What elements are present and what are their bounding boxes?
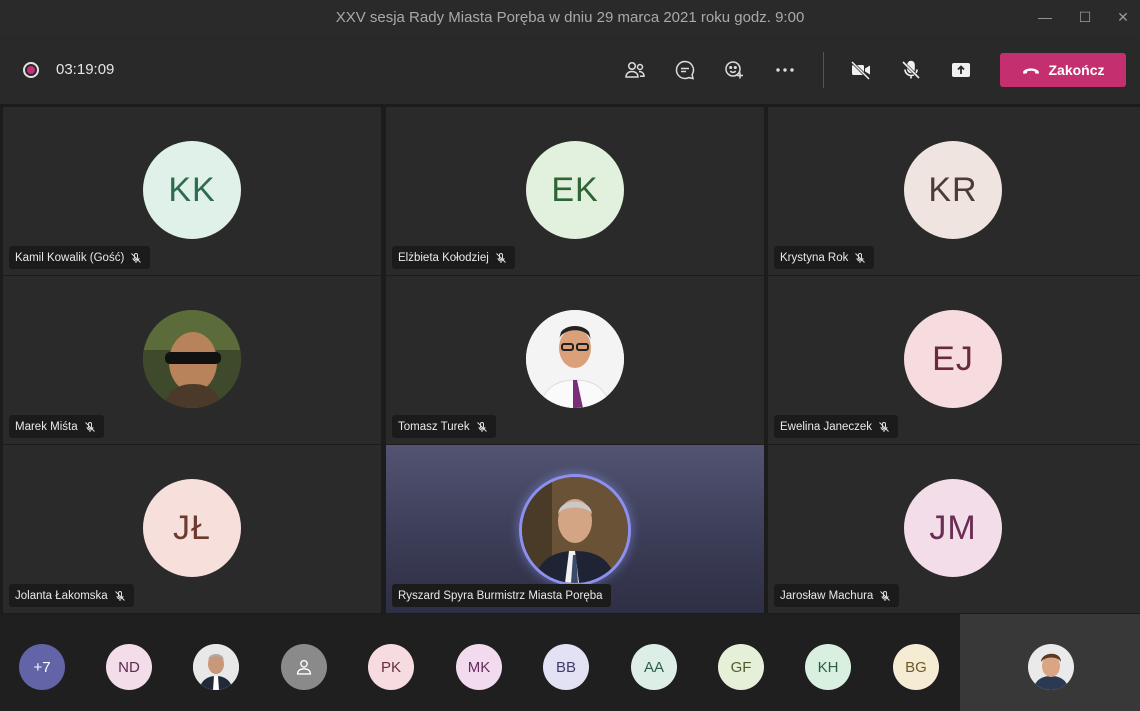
participant-name-tag: Tomasz Turek <box>392 415 496 438</box>
roster-avatar[interactable]: KH <box>805 644 851 690</box>
participant-name-tag: Jarosław Machura <box>774 584 900 607</box>
mic-toggle-button[interactable] <box>895 55 927 85</box>
participant-tile[interactable]: KK Kamil Kowalik (Gość) <box>3 107 381 275</box>
person-photo-icon <box>526 310 624 408</box>
mic-muted-icon <box>84 421 95 432</box>
roster-avatar[interactable]: GF <box>718 644 764 690</box>
camera-off-icon <box>850 60 871 81</box>
participant-photo-avatar <box>526 310 624 408</box>
participant-avatar: JM <box>904 479 1002 577</box>
participant-photo-avatar <box>143 310 241 408</box>
participant-tile[interactable]: JM Jarosław Machura <box>768 445 1140 613</box>
participant-name-tag: Marek Miśta <box>9 415 104 438</box>
participant-grid: KK Kamil Kowalik (Gość) EK Elżbieta Koło… <box>0 104 1140 614</box>
participant-name: Ryszard Spyra Burmistrz Miasta Poręba <box>398 589 603 602</box>
roster-photo-avatar[interactable] <box>193 644 239 690</box>
participant-name-tag: Ewelina Janeczek <box>774 415 899 438</box>
mic-muted-icon <box>131 252 142 263</box>
participant-photo-avatar <box>522 477 628 583</box>
person-photo-icon <box>143 310 241 408</box>
people-icon <box>625 61 645 78</box>
mic-muted-icon <box>879 421 889 432</box>
participant-roster-strip: +7 ND PK MK BB AA GF KH BG <box>0 614 960 711</box>
participant-tile[interactable]: Marek Miśta <box>3 276 381 444</box>
participant-name-tag: Elżbieta Kołodziej <box>392 246 515 269</box>
meeting-timer: 03:19:09 <box>56 61 115 78</box>
roster-avatar[interactable]: PK <box>368 644 414 690</box>
more-participants-button[interactable]: +7 <box>19 644 65 690</box>
chat-button[interactable] <box>669 55 701 85</box>
participant-name: Kamil Kowalik (Gość) <box>15 251 125 264</box>
mic-muted-icon <box>114 590 125 601</box>
hang-up-icon <box>1023 68 1040 74</box>
meeting-toolbar: 03:19:09 Zakończ <box>0 36 1140 104</box>
participant-tile[interactable]: EK Elżbieta Kołodziej <box>386 107 764 275</box>
window-titlebar: XXV sesja Rady Miasta Poręba w dniu 29 m… <box>0 0 1140 36</box>
person-icon <box>296 659 312 675</box>
share-icon <box>952 63 970 77</box>
roster-avatar[interactable]: BB <box>543 644 589 690</box>
person-photo-icon <box>193 644 239 690</box>
close-window-button[interactable]: ✕ <box>1112 6 1134 28</box>
roster-avatar[interactable]: BG <box>893 644 939 690</box>
participant-tile[interactable]: KR Krystyna Rok <box>768 107 1140 275</box>
mic-off-icon <box>901 60 921 80</box>
participant-tile[interactable]: EJ Ewelina Janeczek <box>768 276 1140 444</box>
person-photo-icon <box>522 477 628 583</box>
end-call-label: Zakończ <box>1048 62 1105 78</box>
maximize-button[interactable]: ☐ <box>1074 6 1096 28</box>
participant-name-tag: Jolanta Łakomska <box>9 584 134 607</box>
mic-muted-icon <box>855 252 866 263</box>
reactions-button[interactable] <box>719 55 751 85</box>
mic-muted-icon <box>495 252 506 263</box>
person-photo-icon <box>1028 644 1074 690</box>
roster-avatar[interactable]: MK <box>456 644 502 690</box>
roster-generic-avatar[interactable] <box>281 644 327 690</box>
participants-button[interactable] <box>619 55 651 85</box>
reactions-icon <box>725 61 743 79</box>
recording-indicator-icon <box>23 62 39 78</box>
roster-avatar[interactable]: ND <box>106 644 152 690</box>
roster-avatar[interactable]: AA <box>631 644 677 690</box>
participant-name-tag: Kamil Kowalik (Gość) <box>9 246 151 269</box>
chat-icon <box>675 60 695 80</box>
more-options-button[interactable] <box>769 55 801 85</box>
self-photo-avatar <box>1028 644 1074 690</box>
share-screen-button[interactable] <box>945 55 977 85</box>
participant-avatar: KK <box>143 141 241 239</box>
participant-avatar: EK <box>526 141 624 239</box>
self-view-tile[interactable] <box>960 614 1140 711</box>
participant-name-tag: Krystyna Rok <box>774 246 875 269</box>
more-icon <box>776 68 794 72</box>
end-call-button[interactable]: Zakończ <box>1000 53 1126 87</box>
mic-muted-icon <box>880 590 891 601</box>
participant-avatar: EJ <box>904 310 1002 408</box>
participant-tile[interactable]: Tomasz Turek <box>386 276 764 444</box>
camera-toggle-button[interactable] <box>845 55 877 85</box>
meeting-title: XXV sesja Rady Miasta Poręba w dniu 29 m… <box>335 9 805 26</box>
participant-tile-active-speaker[interactable]: Ryszard Spyra Burmistrz Miasta Poręba <box>386 445 764 613</box>
participant-name-tag: Ryszard Spyra Burmistrz Miasta Poręba <box>392 584 611 607</box>
participant-name: Elżbieta Kołodziej <box>398 251 489 264</box>
participant-name: Jarosław Machura <box>780 589 874 602</box>
participant-tile[interactable]: JŁ Jolanta Łakomska <box>3 445 381 613</box>
participant-name: Krystyna Rok <box>780 251 849 264</box>
mic-muted-icon <box>476 421 487 432</box>
participant-avatar: KR <box>904 141 1002 239</box>
participant-name: Jolanta Łakomska <box>15 589 108 602</box>
participant-name: Marek Miśta <box>15 420 78 433</box>
participant-name: Tomasz Turek <box>398 420 470 433</box>
participant-avatar: JŁ <box>143 479 241 577</box>
minimize-button[interactable]: — <box>1034 6 1056 28</box>
toolbar-divider <box>823 52 824 88</box>
participant-name: Ewelina Janeczek <box>780 420 873 433</box>
